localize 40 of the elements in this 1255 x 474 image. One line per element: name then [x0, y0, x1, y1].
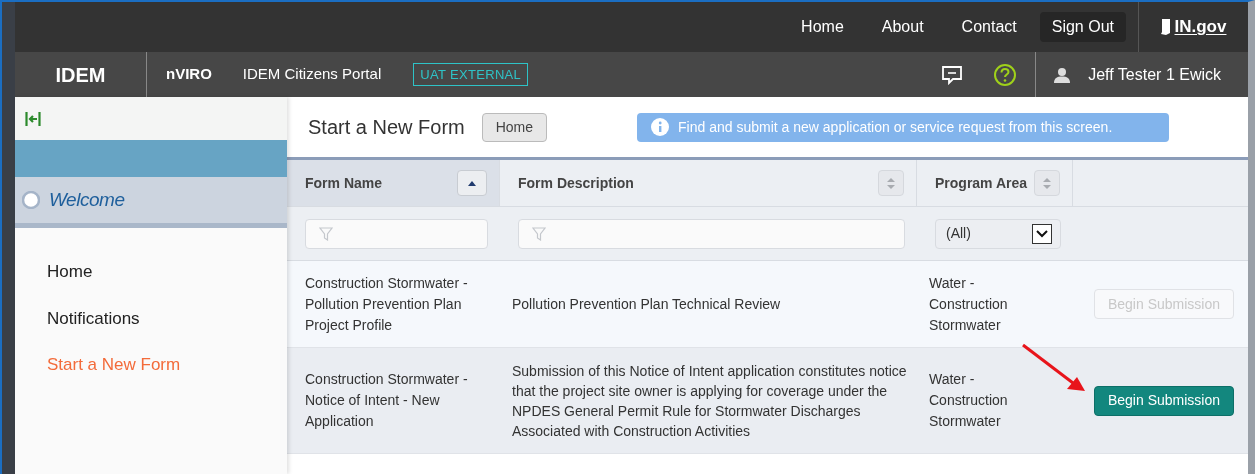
- sidebar-link[interactable]: Home: [47, 259, 287, 285]
- breadcrumb-button[interactable]: Home: [481, 112, 548, 142]
- user-icon: [1054, 66, 1071, 83]
- table-cell-text: Submission of this Notice of Intent application constitutes notice that the project site owner is applying for coverage under the NPDES General Permit Rule for Stormwater Discharges Associated with Construction Activities: [511, 361, 908, 441]
- sidebar-link[interactable]: Notifications: [47, 305, 287, 331]
- app-name[interactable]: nVIRO: [166, 63, 212, 86]
- nav-link[interactable]: Home: [782, 11, 863, 43]
- nav-link[interactable]: About: [862, 11, 943, 43]
- portal-name[interactable]: IDEM Citizens Portal: [242, 63, 382, 86]
- sort-arrows-icon: [1043, 177, 1051, 189]
- environment-badge: UAT EXTERNAL: [413, 62, 529, 87]
- collapse-sidebar-icon[interactable]: [25, 110, 41, 127]
- filter-icon: [532, 226, 546, 241]
- chevron-down-icon: [1032, 223, 1052, 244]
- logo[interactable]: IN.gov: [1160, 14, 1227, 40]
- radio-icon: [22, 191, 40, 209]
- table-cell-text: Construction Stormwater - Notice of Intent - New Application: [304, 370, 469, 431]
- annotation-arrow: [1021, 343, 1087, 393]
- begin-submission-button[interactable]: Begin Submission: [1093, 385, 1234, 416]
- filter-field[interactable]: [305, 218, 488, 249]
- table-cell-text: Pollution Prevention Plan Technical Review: [511, 295, 782, 314]
- table-cell-text: Water - Construction Stormwater: [928, 273, 1009, 335]
- page-title: Start a New Form: [308, 115, 465, 140]
- filter-field[interactable]: [518, 218, 905, 249]
- info-icon: [651, 118, 670, 136]
- feedback-icon[interactable]: [941, 64, 964, 85]
- user-name[interactable]: Jeff Tester 1 Ewick: [1088, 62, 1221, 87]
- sign-out-button[interactable]: Sign Out: [1039, 12, 1126, 42]
- table-cell-text: Water - Construction Stormwater: [928, 370, 1009, 431]
- triangle-up-icon: [468, 180, 476, 186]
- nav-link[interactable]: Contact: [942, 11, 1036, 43]
- table-cell-text: Construction Stormwater - Pollution Prevention Plan Project Profile: [304, 273, 469, 335]
- column-header[interactable]: Form Name: [287, 160, 500, 206]
- filter-icon: [319, 226, 333, 241]
- info-text: Find and submit a new application or service request from this screen.: [678, 117, 1113, 137]
- welcome-title: Welcome: [49, 187, 125, 212]
- program-area-select[interactable]: (All): [935, 218, 1061, 249]
- help-icon[interactable]: [993, 62, 1018, 87]
- sort-ascending-button[interactable]: [457, 170, 487, 196]
- sort-arrows-icon: [887, 177, 895, 189]
